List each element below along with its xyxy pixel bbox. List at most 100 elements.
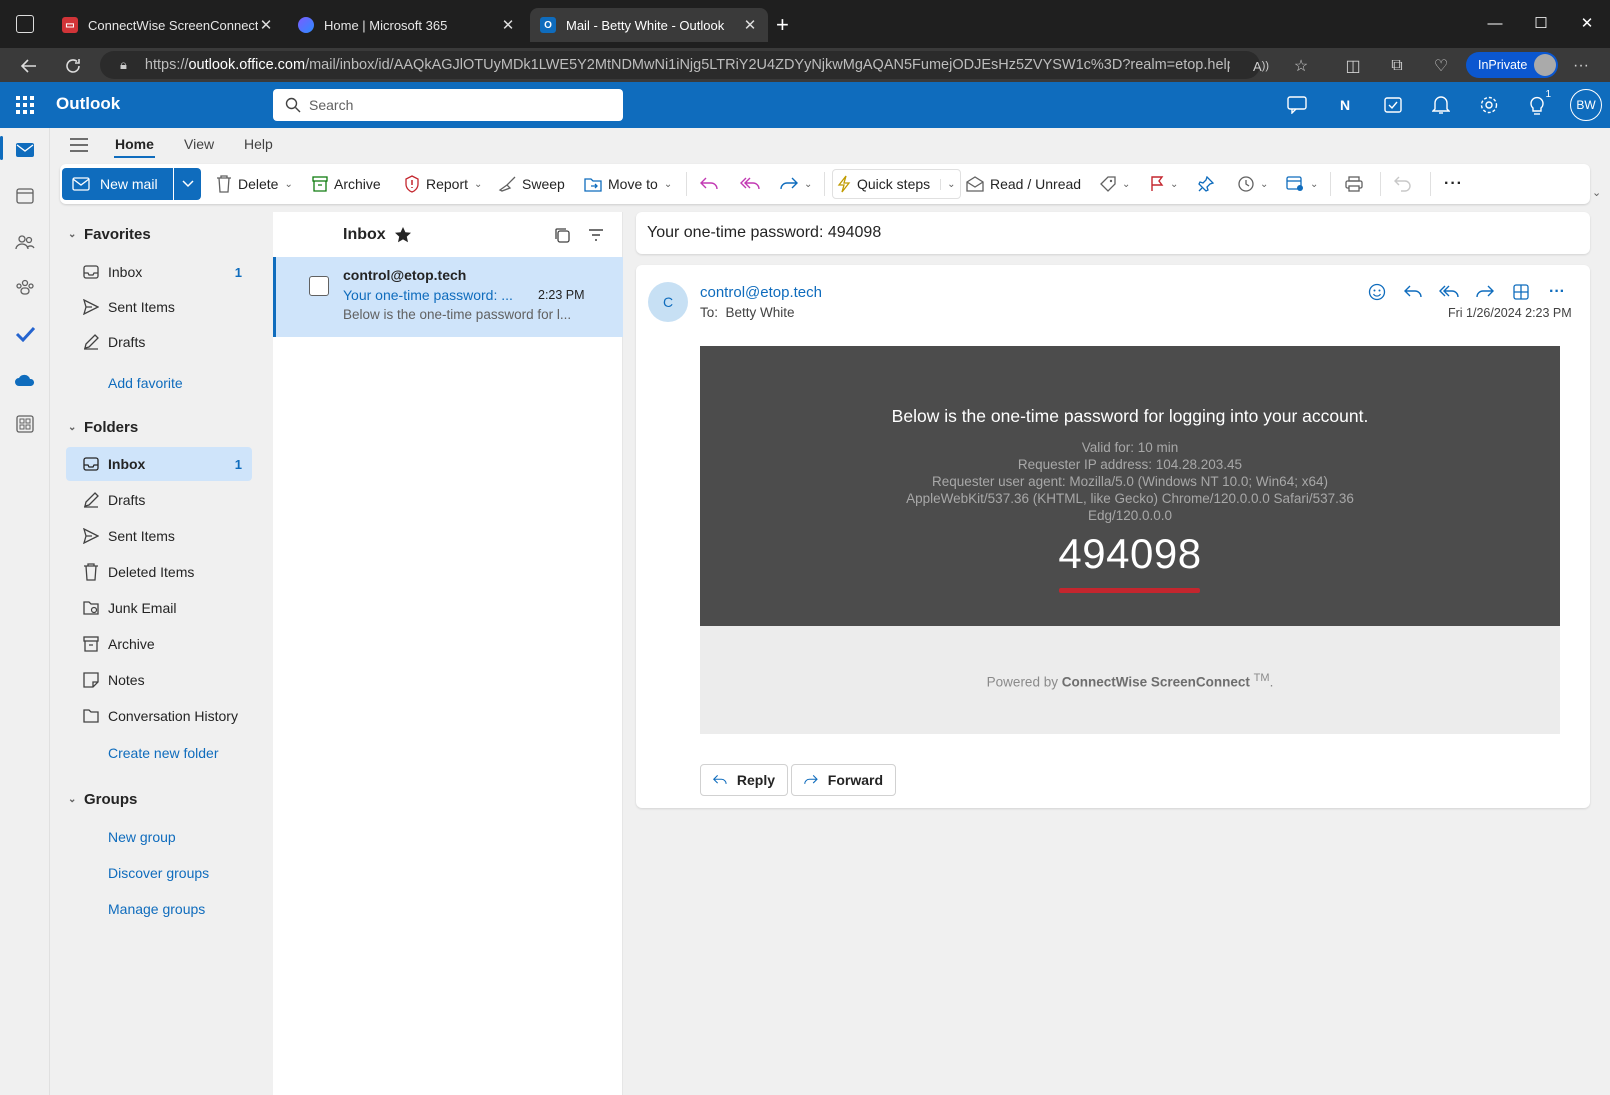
folder-item-drafts[interactable]: Drafts bbox=[66, 483, 252, 517]
message-checkbox[interactable] bbox=[309, 276, 329, 296]
emoji-reaction-icon[interactable] bbox=[1365, 280, 1389, 304]
tab-view[interactable]: View bbox=[184, 136, 214, 152]
favorites-section-header[interactable]: ⌄ Favorites bbox=[68, 226, 151, 243]
folder-item-deleted[interactable]: Deleted Items bbox=[66, 555, 252, 589]
sweep-button[interactable]: Sweep bbox=[498, 168, 565, 200]
groups-icon[interactable] bbox=[13, 276, 37, 300]
collections-icon[interactable]: ⧉ bbox=[1386, 55, 1408, 77]
tab-m365[interactable]: Home | Microsoft 365 ✕ bbox=[288, 8, 526, 42]
browser-menu-icon[interactable]: ··· bbox=[1570, 55, 1592, 77]
my-day-icon[interactable] bbox=[1381, 93, 1405, 117]
tips-lightbulb-icon[interactable]: 1 bbox=[1525, 89, 1553, 117]
folder-item-junk[interactable]: Junk Email bbox=[66, 591, 252, 625]
snooze-button[interactable]: ⌄ bbox=[1238, 168, 1268, 200]
people-icon[interactable] bbox=[13, 230, 37, 254]
reply-icon-button[interactable] bbox=[700, 168, 718, 200]
print-button[interactable] bbox=[1345, 168, 1363, 200]
new-tab-button[interactable]: + bbox=[776, 12, 789, 38]
groups-section-header[interactable]: ⌄ Groups bbox=[68, 791, 137, 808]
teams-chat-icon[interactable] bbox=[1285, 93, 1309, 117]
folder-item-notes[interactable]: Notes bbox=[66, 663, 252, 697]
maximize-button[interactable]: ☐ bbox=[1518, 8, 1564, 38]
favorites-item-drafts[interactable]: Drafts bbox=[66, 325, 252, 359]
tab-home[interactable]: Home bbox=[115, 136, 154, 152]
powered-by-line: Powered by ConnectWise ScreenConnect TM. bbox=[986, 672, 1274, 690]
reply-button[interactable]: Reply bbox=[700, 764, 788, 796]
url-bar[interactable]: 🔒︎ https://outlook.office.com/mail/inbox… bbox=[100, 51, 1260, 79]
new-mail-dropdown[interactable] bbox=[174, 168, 201, 200]
onedrive-icon[interactable] bbox=[13, 368, 37, 392]
tab-outlook[interactable]: O Mail - Betty White - Outlook ✕ bbox=[530, 8, 768, 42]
manage-groups-link[interactable]: Manage groups bbox=[108, 901, 205, 917]
close-tab-icon[interactable]: ✕ bbox=[742, 16, 758, 34]
settings-gear-icon[interactable] bbox=[1477, 93, 1501, 117]
back-icon[interactable] bbox=[18, 55, 40, 77]
report-button[interactable]: Report ⌄ bbox=[404, 168, 482, 200]
refresh-icon[interactable] bbox=[62, 55, 84, 77]
delete-button[interactable]: Delete ⌄ bbox=[216, 168, 293, 200]
archive-button[interactable]: Archive bbox=[312, 168, 381, 200]
create-new-folder-link[interactable]: Create new folder bbox=[108, 745, 219, 761]
folders-section-header[interactable]: ⌄ Folders bbox=[68, 419, 138, 436]
favorites-item-sent[interactable]: Sent Items bbox=[66, 290, 252, 324]
tag-button[interactable]: ⌄ bbox=[1100, 168, 1130, 200]
apps-grid-icon[interactable] bbox=[1509, 280, 1533, 304]
favorite-star-icon[interactable]: ☆ bbox=[1290, 55, 1312, 77]
onenote-icon[interactable]: N bbox=[1333, 93, 1357, 117]
move-to-button[interactable]: Move to ⌄ bbox=[584, 168, 672, 200]
ribbon-expand-chevron-icon[interactable]: ⌄ bbox=[1592, 186, 1601, 199]
favorites-item-inbox[interactable]: Inbox 1 bbox=[66, 255, 252, 289]
outlook-brand[interactable]: Outlook bbox=[56, 94, 120, 114]
calendar-icon[interactable] bbox=[13, 184, 37, 208]
mail-icon[interactable] bbox=[13, 138, 37, 162]
tab-screenconnect[interactable]: ▭ ConnectWise ScreenConnect Remote Suppo… bbox=[52, 8, 284, 42]
discover-groups-link[interactable]: Discover groups bbox=[108, 865, 209, 881]
user-avatar[interactable]: BW bbox=[1570, 89, 1602, 121]
forward-icon-button[interactable]: ⌄ bbox=[780, 168, 812, 200]
quick-steps-button[interactable]: Quick steps ⌄ bbox=[832, 169, 961, 199]
folder-item-inbox[interactable]: Inbox 1 bbox=[66, 447, 252, 481]
split-screen-icon[interactable]: ◫ bbox=[1342, 55, 1364, 77]
new-group-link[interactable]: New group bbox=[108, 829, 176, 845]
more-options-icon[interactable]: ··· bbox=[1444, 168, 1463, 200]
more-apps-icon[interactable] bbox=[13, 412, 37, 436]
select-mode-icon[interactable] bbox=[555, 228, 571, 244]
recipient-name[interactable]: Betty White bbox=[726, 305, 795, 320]
reply-all-icon-button[interactable] bbox=[740, 168, 760, 200]
reply-all-icon bbox=[740, 177, 760, 190]
flag-button[interactable]: ⌄ bbox=[1150, 168, 1178, 200]
close-window-button[interactable]: ✕ bbox=[1564, 8, 1610, 38]
read-aloud-icon[interactable]: A)) bbox=[1250, 55, 1272, 77]
filter-icon[interactable] bbox=[588, 229, 604, 241]
inprivate-badge[interactable]: InPrivate bbox=[1466, 52, 1558, 78]
folder-item-sent[interactable]: Sent Items bbox=[66, 519, 252, 553]
sender-avatar[interactable]: C bbox=[648, 282, 688, 322]
todo-check-icon[interactable] bbox=[13, 322, 37, 346]
more-actions-icon[interactable]: ··· bbox=[1545, 280, 1569, 304]
sender-email[interactable]: control@etop.tech bbox=[700, 284, 822, 301]
forward-button[interactable]: Forward bbox=[791, 764, 896, 796]
favorite-star-icon[interactable] bbox=[394, 226, 412, 244]
notifications-bell-icon[interactable] bbox=[1429, 93, 1453, 117]
minimize-button[interactable]: — bbox=[1472, 8, 1518, 38]
app-launcher-icon[interactable] bbox=[16, 96, 34, 114]
folder-item-archive[interactable]: Archive bbox=[66, 627, 252, 661]
add-favorite-link[interactable]: Add favorite bbox=[108, 375, 183, 391]
tab-actions-icon[interactable] bbox=[16, 15, 34, 33]
reply-all-icon[interactable] bbox=[1437, 280, 1461, 304]
undo-button[interactable] bbox=[1394, 168, 1412, 200]
read-unread-button[interactable]: Read / Unread bbox=[966, 168, 1081, 200]
tab-help[interactable]: Help bbox=[244, 136, 273, 152]
pin-button[interactable] bbox=[1198, 168, 1214, 200]
forward-icon[interactable] bbox=[1473, 280, 1497, 304]
close-tab-icon[interactable]: ✕ bbox=[258, 16, 274, 34]
message-list-item[interactable]: control@etop.tech Your one-time password… bbox=[273, 257, 623, 337]
new-mail-button[interactable]: New mail bbox=[62, 168, 173, 200]
nav-toggle-hamburger-icon[interactable] bbox=[70, 138, 88, 152]
browser-essentials-icon[interactable]: ♡ bbox=[1430, 55, 1452, 77]
search-input[interactable]: Search bbox=[273, 89, 623, 121]
rules-button[interactable]: ⌄ bbox=[1286, 168, 1318, 200]
close-tab-icon[interactable]: ✕ bbox=[500, 16, 516, 34]
folder-item-conversation-history[interactable]: Conversation History bbox=[66, 699, 252, 733]
reply-icon[interactable] bbox=[1401, 280, 1425, 304]
